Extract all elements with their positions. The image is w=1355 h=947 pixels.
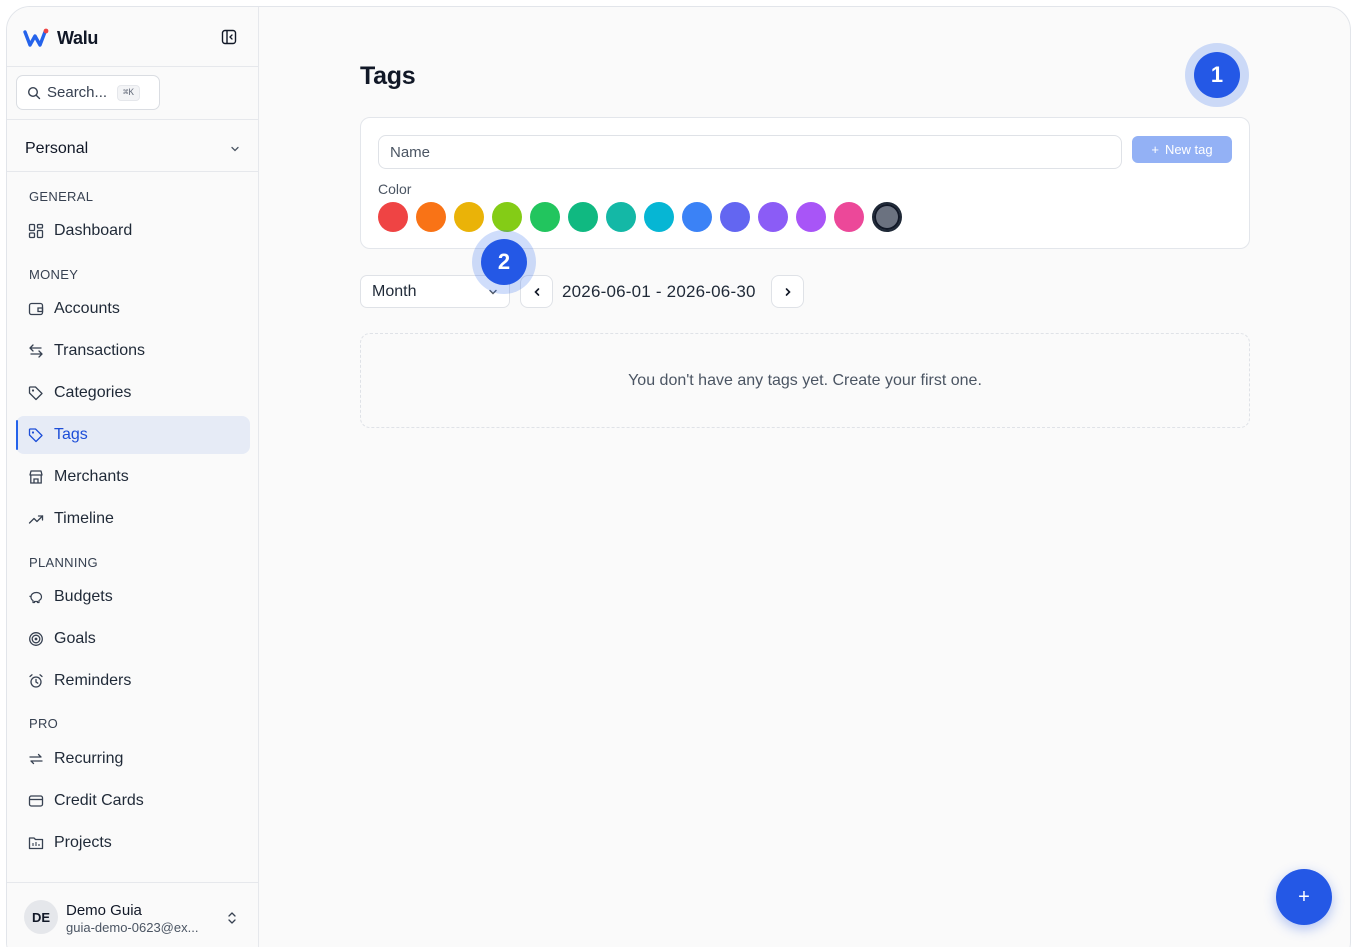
workspace-select[interactable]: Personal [7,127,259,171]
color-swatch[interactable] [720,202,750,232]
sidebar-item-accounts[interactable]: Accounts [16,290,250,328]
arrows-exchange-icon [28,343,44,359]
divider [7,66,259,67]
repeat-icon [28,751,44,767]
color-label: Color [378,181,412,197]
color-swatch[interactable] [530,202,560,232]
user-email: guia-demo-0623@ex... [66,920,199,935]
add-button[interactable]: + [1276,869,1332,925]
color-swatch[interactable] [644,202,674,232]
sidebar-item-label: Dashboard [54,222,133,239]
period-label: Month [372,282,417,300]
section-label-planning: PLANNING [29,555,98,570]
section-label-pro: PRO [29,716,59,731]
date-range: 2026-06-01 - 2026-06-30 [562,282,756,301]
step-marker-number: 2 [481,239,527,285]
divider [7,119,259,120]
sidebar-item-reminders[interactable]: Reminders [16,662,250,700]
search-icon [27,86,41,99]
search-button[interactable]: Search... ⌘K [16,75,160,110]
chevron-left-icon [533,287,539,296]
user-name: Demo Guia [66,902,142,919]
sidebar-item-label: Tags [54,426,88,443]
color-swatch[interactable] [758,202,788,232]
sidebar-item-projects[interactable]: Projects [16,824,250,862]
color-swatch[interactable] [378,202,408,232]
empty-state: You don't have any tags yet. Create your… [360,333,1250,428]
empty-state-message: You don't have any tags yet. Create your… [628,371,982,389]
color-swatch[interactable] [682,202,712,232]
section-label-general: GENERAL [29,189,94,204]
piggy-bank-icon [28,589,44,605]
search-shortcut: ⌘K [117,84,140,101]
trending-icon [28,511,44,527]
step-marker-number: 1 [1194,52,1240,98]
sidebar-item-label: Goals [54,630,96,647]
sidebar-item-label: Credit Cards [54,792,144,809]
brand[interactable]: Walu [23,25,98,51]
collapse-sidebar-icon[interactable] [221,29,237,45]
section-label-money: MONEY [29,267,79,282]
page-title: Tags [360,62,416,90]
new-tag-label: New tag [1164,142,1213,157]
color-swatch[interactable] [568,202,598,232]
sidebar-item-recurring[interactable]: Recurring [16,740,250,778]
sidebar-item-label: Categories [54,384,132,401]
walu-logo-icon [23,28,49,47]
next-period-button[interactable] [771,275,804,308]
sidebar-item-tags[interactable]: Tags [16,416,250,454]
sidebar-item-budgets[interactable]: Budgets [16,578,250,616]
chevron-down-icon [231,146,239,152]
credit-card-icon [28,793,44,809]
sidebar-item-credit-cards[interactable]: Credit Cards [16,782,250,820]
color-swatch[interactable] [834,202,864,232]
sidebar-item-label: Timeline [54,510,114,527]
chevron-right-icon [785,287,791,296]
sidebar-item-label: Merchants [54,468,129,485]
avatar: DE [24,900,58,934]
sidebar-item-label: Accounts [54,300,120,317]
plus-icon: + [1151,142,1159,157]
dashboard-icon [28,223,44,239]
wallet-icon [28,301,44,317]
divider [7,171,259,172]
tag-name-input[interactable] [378,135,1122,169]
color-swatch[interactable] [872,202,902,232]
tag-icon [28,385,44,401]
color-swatch[interactable] [454,202,484,232]
color-swatch[interactable] [416,202,446,232]
sidebar: Walu Search... ⌘K Personal GENERAL Dashb… [7,7,259,947]
workspace-label: Personal [25,140,89,157]
sidebar-item-label: Projects [54,834,112,851]
search-label: Search... [47,84,108,101]
sidebar-item-merchants[interactable]: Merchants [16,458,250,496]
step-marker-2: 2 [472,230,536,294]
sidebar-item-timeline[interactable]: Timeline [16,500,250,538]
sidebar-item-label: Reminders [54,672,132,689]
new-tag-button[interactable]: + New tag [1132,136,1232,163]
color-swatch[interactable] [606,202,636,232]
sidebar-item-label: Budgets [54,588,113,605]
folder-icon [28,835,44,851]
new-tag-form: + New tag Color [360,117,1250,249]
app-window: Walu Search... ⌘K Personal GENERAL Dashb… [6,6,1351,947]
tag-icon [28,427,44,443]
step-marker-1: 1 [1185,43,1249,107]
sidebar-item-dashboard[interactable]: Dashboard [16,212,250,250]
store-icon [28,469,44,485]
app-name: Walu [57,27,99,48]
user-menu[interactable]: DE Demo Guia guia-demo-0623@ex... [7,882,259,947]
sidebar-item-label: Transactions [54,342,145,359]
sidebar-item-transactions[interactable]: Transactions [16,332,250,370]
color-swatch[interactable] [796,202,826,232]
target-icon [28,631,44,647]
sidebar-item-label: Recurring [54,750,124,767]
color-picker [378,202,902,232]
chevron-up-down-icon [228,912,236,924]
alarm-icon [28,673,44,689]
sidebar-item-goals[interactable]: Goals [16,620,250,658]
color-swatch[interactable] [492,202,522,232]
sidebar-item-categories[interactable]: Categories [16,374,250,412]
